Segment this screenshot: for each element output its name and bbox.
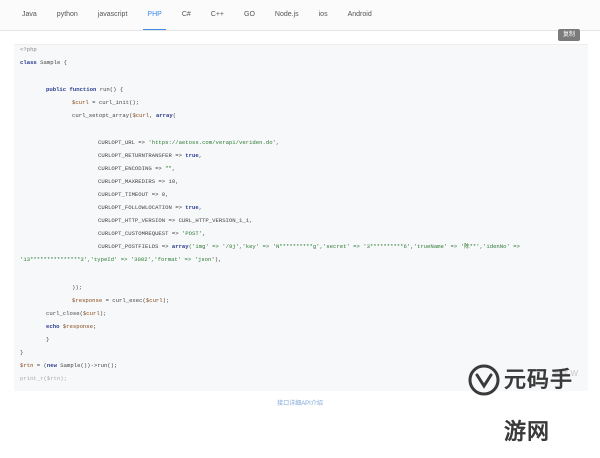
code-line-21: }	[20, 349, 24, 356]
code-line-18: curl_close($curl);	[46, 310, 107, 317]
code-line-3: public function run() {	[46, 86, 124, 93]
code-line-11: CURLOPT_FOLLOWLOCATION => true,	[98, 204, 203, 211]
code-line-15: '13***************3','typeId' => '3002',…	[20, 256, 222, 263]
code-line-17: $response = curl_exec($curl);	[72, 297, 170, 304]
brand-logo-icon	[468, 364, 500, 396]
code-line-22: $rtn = (new Sample())->run();	[20, 362, 118, 369]
code-line-20: }	[46, 336, 50, 343]
code-line-16: ));	[72, 284, 83, 291]
code-line-9: CURLOPT_MAXREDIRS => 10,	[98, 178, 179, 185]
code-line-4: $curl = curl_init();	[72, 99, 140, 106]
code-line-8: CURLOPT_ENCODING => "",	[98, 165, 176, 172]
watermark-brand-text: 元码手游网	[504, 367, 574, 444]
code-line-1: <?php	[20, 46, 37, 53]
code-line-2: class Sample {	[20, 59, 68, 66]
code-line-13: CURLOPT_CUSTOMREQUEST => 'POST',	[98, 230, 206, 237]
code-line-12: CURLOPT_HTTP_VERSION => CURL_HTTP_VERSIO…	[98, 217, 253, 224]
code-line-10: CURLOPT_TIMEOUT => 0,	[98, 191, 169, 198]
code-line-14: CURLOPT_POSTFIELDS => array('img' => '/9…	[98, 243, 520, 250]
code-line-7: CURLOPT_RETURNTRANSFER => true,	[98, 152, 203, 159]
code-line-5: curl_setopt_array($curl, array(	[72, 112, 177, 119]
code-line-19: echo $response;	[46, 323, 97, 330]
code-line-6: CURLOPT_URL => 'https://aetoss.com/verap…	[98, 139, 280, 146]
watermark: 激活 W 元码手游网	[468, 354, 586, 444]
code-block: <?php class Sample { public function run…	[20, 0, 600, 395]
code-line-23: print_r($rtn);	[20, 375, 68, 382]
